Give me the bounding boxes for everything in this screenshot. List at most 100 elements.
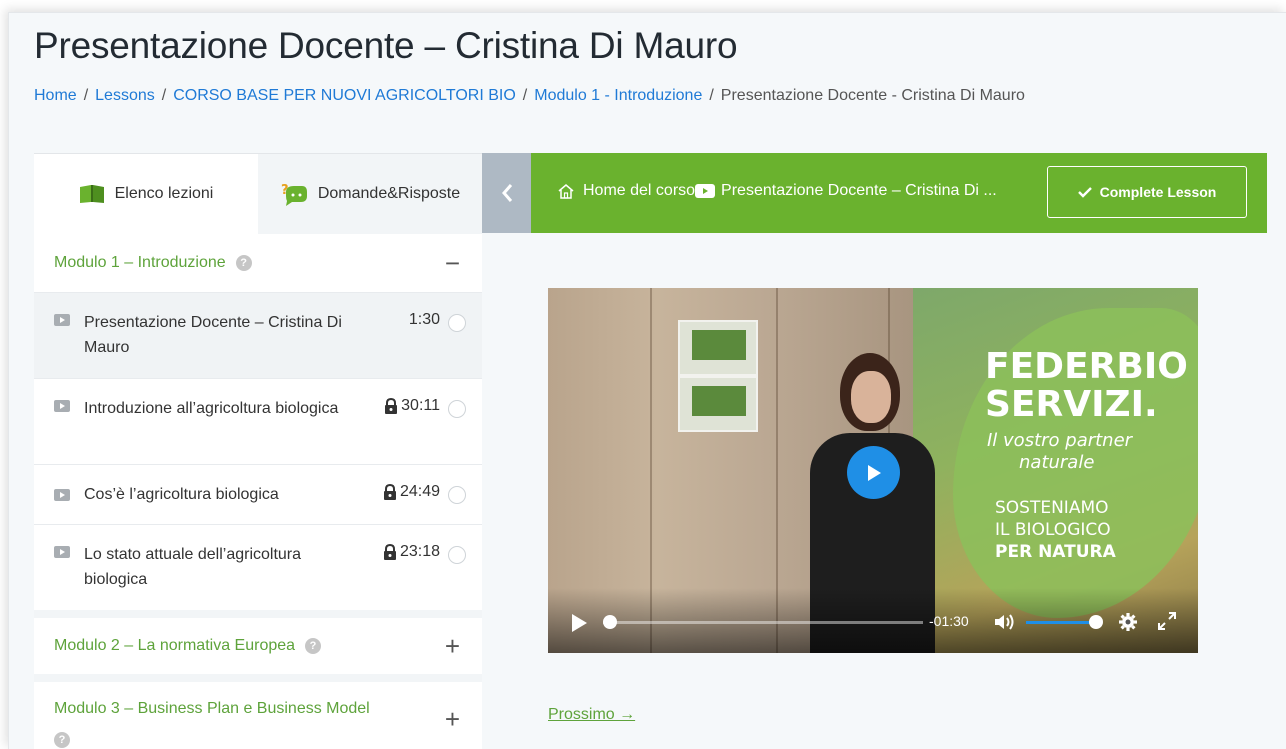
breadcrumb-course[interactable]: CORSO BASE PER NUOVI AGRICOLTORI BIO: [173, 87, 516, 104]
help-icon[interactable]: ?: [305, 638, 322, 654]
lesson-duration-text: 23:18: [399, 543, 440, 560]
poster-logo: [692, 330, 746, 360]
volume-knob[interactable]: [1089, 615, 1103, 629]
lesson-duration: 1:30: [409, 311, 440, 329]
chevron-left-icon: [501, 184, 512, 202]
lesson-duration: 24:49: [382, 483, 440, 501]
progress-knob[interactable]: [603, 615, 617, 629]
lesson-title: Presentazione Docente – Cristina Di Maur…: [84, 314, 342, 356]
lesson-status-circle: [448, 486, 466, 504]
tab-questions-answers-label: Domande&Risposte: [317, 185, 461, 202]
current-lesson-label: Presentazione Docente – Cristina Di ...: [721, 182, 997, 199]
fullscreen-icon[interactable]: [1156, 610, 1178, 637]
wall-poster: [678, 320, 758, 376]
breadcrumb-lessons[interactable]: Lessons: [95, 87, 155, 104]
module-2-header[interactable]: Modulo 2 – La normativa Europea ? +: [34, 618, 482, 674]
lesson-duration-text: 1:30: [408, 311, 440, 328]
lesson-status-circle: [448, 546, 466, 564]
lesson-topbar: Home del corso Presentazione Docente – C…: [482, 153, 1267, 233]
breadcrumb-separator: /: [522, 87, 528, 104]
banner-text-line: Il vostro partner: [987, 430, 1133, 451]
time-remaining: -01:30: [929, 613, 969, 629]
lesson-crumbs: Home del corso Presentazione Docente – C…: [557, 182, 997, 200]
home-icon: [557, 183, 575, 199]
breadcrumb-separator: /: [709, 87, 714, 104]
video-controls: -01:30: [548, 588, 1198, 653]
banner-text-line: SOSTENIAMO: [995, 498, 1109, 518]
lesson-sidebar: Elenco lezioni ? Domande&Risposte Modulo…: [34, 153, 482, 749]
volume-icon[interactable]: [993, 612, 1017, 637]
video-lesson-icon: [54, 546, 70, 558]
volume-slider[interactable]: [1026, 615, 1103, 629]
tab-lesson-list-label: Elenco lezioni: [114, 185, 214, 202]
expand-toggle[interactable]: +: [445, 631, 460, 662]
video-lesson-icon: [54, 488, 70, 501]
next-lesson-link[interactable]: Prossimo →: [548, 706, 635, 724]
wall-poster: [678, 376, 758, 432]
page-title: Presentazione Docente – Cristina Di Maur…: [34, 25, 738, 66]
lesson-status-circle: [448, 314, 466, 332]
lesson-item-presentazione[interactable]: Presentazione Docente – Cristina Di Maur…: [34, 292, 482, 378]
breadcrumb-current: Presentazione Docente - Cristina Di Maur…: [720, 87, 1025, 104]
lesson-item-introduzione[interactable]: Introduzione all’agricoltura biologica 3…: [34, 378, 482, 464]
banner-text-line: SERVIZI.: [985, 384, 1158, 425]
play-icon: [867, 464, 881, 481]
video-icon: [695, 184, 716, 198]
video-lesson-icon: [54, 400, 70, 412]
banner-text-line: IL BIOLOGICO: [995, 520, 1111, 540]
video-progress-bar[interactable]: [603, 615, 923, 629]
module-2: Modulo 2 – La normativa Europea ? +: [34, 618, 482, 674]
lesson-title: Lo stato attuale dell’agricoltura biolog…: [84, 546, 302, 588]
module-1-header[interactable]: Modulo 1 – Introduzione ? −: [34, 234, 482, 292]
poster-logo: [692, 386, 746, 416]
question-answer-icon: ?: [280, 182, 308, 206]
breadcrumb-home[interactable]: Home: [34, 87, 77, 104]
breadcrumb-module[interactable]: Modulo 1 - Introduzione: [534, 87, 702, 104]
lesson-item-stato-attuale[interactable]: Lo stato attuale dell’agricoltura biolog…: [34, 524, 482, 610]
breadcrumb: Home / Lessons / CORSO BASE PER NUOVI AGRICO…: [34, 87, 1025, 105]
big-play-button[interactable]: [847, 446, 900, 499]
lock-icon: [382, 543, 398, 561]
course-home-link[interactable]: Home del corso: [583, 182, 695, 200]
module-3-header[interactable]: Modulo 3 – Business Plan e Business Mode…: [34, 682, 482, 749]
collapse-sidebar-button[interactable]: [482, 153, 531, 233]
module-divider: [34, 610, 482, 618]
lock-icon: [382, 483, 398, 501]
check-icon: [1077, 186, 1092, 198]
lesson-content: Home del corso Presentazione Docente – C…: [482, 153, 1267, 749]
complete-lesson-button[interactable]: Complete Lesson: [1047, 166, 1247, 218]
expand-toggle[interactable]: +: [445, 704, 460, 735]
lesson-duration: 30:11: [383, 397, 440, 415]
tab-lesson-list[interactable]: Elenco lezioni: [34, 154, 258, 234]
banner-text-line: PER NATURA: [995, 542, 1116, 562]
lesson-duration: 23:18: [382, 543, 440, 561]
lesson-duration-text: 30:11: [401, 397, 440, 414]
module-3-title: Modulo 3 – Business Plan e Business Mode…: [54, 700, 370, 717]
page-header: Presentazione Docente – Cristina Di Maur…: [9, 13, 1286, 127]
module-divider: [34, 674, 482, 682]
lesson-status-circle: [448, 400, 466, 418]
play-icon[interactable]: [570, 613, 588, 638]
banner-text-line: naturale: [1019, 452, 1095, 473]
lesson-title: Cos’è l’agricoltura biologica: [84, 486, 279, 503]
sidebar-tabs: Elenco lezioni ? Domande&Risposte: [34, 154, 482, 234]
module-3: Modulo 3 – Business Plan e Business Mode…: [34, 682, 482, 749]
video-player[interactable]: FEDERBIO SERVIZI. Il vostro partner natu…: [548, 288, 1198, 653]
collapse-toggle[interactable]: −: [445, 248, 460, 279]
lesson-duration-text: 24:49: [399, 483, 440, 500]
module-1-title: Modulo 1 – Introduzione: [54, 254, 226, 271]
svg-text:?: ?: [281, 183, 289, 198]
complete-lesson-label: Complete Lesson: [1099, 184, 1217, 200]
book-icon: [79, 184, 105, 204]
breadcrumb-separator: /: [161, 87, 167, 104]
lesson-item-cose[interactable]: Cos’è l’agricoltura biologica 24:49: [34, 464, 482, 524]
video-lesson-icon: [54, 314, 70, 326]
banner-text-line: FEDERBIO: [985, 346, 1188, 387]
gear-icon[interactable]: [1118, 612, 1138, 637]
speaker-face: [851, 371, 891, 423]
tab-questions-answers[interactable]: ? Domande&Risposte: [258, 154, 482, 234]
module-1: Modulo 1 – Introduzione ? − Presentazion…: [34, 234, 482, 610]
help-icon[interactable]: ?: [235, 255, 252, 271]
help-icon[interactable]: ?: [54, 732, 70, 748]
page-frame: Presentazione Docente – Cristina Di Maur…: [8, 12, 1286, 749]
